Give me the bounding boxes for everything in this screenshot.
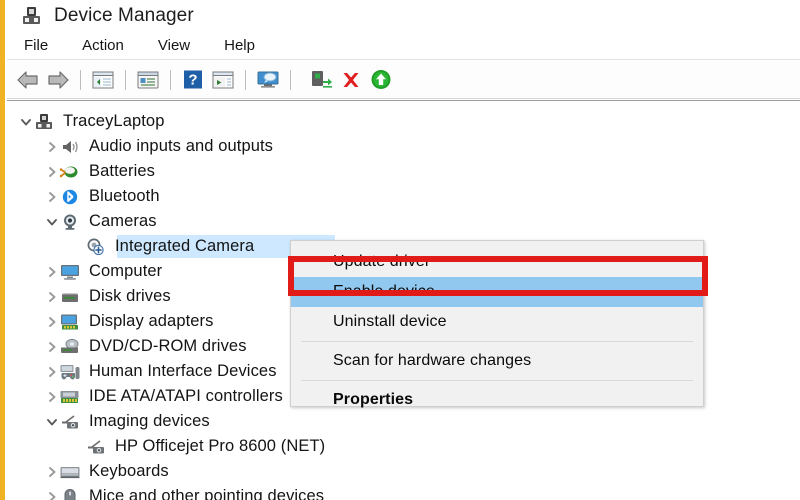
display-adapter-icon — [59, 312, 81, 332]
tree-label: Audio inputs and outputs — [89, 137, 274, 155]
computer-icon — [59, 262, 81, 282]
context-menu-item-enable-device[interactable]: Enable device — [291, 277, 703, 307]
tree-row-bluetooth[interactable]: Bluetooth — [7, 184, 800, 209]
tree-label: IDE ATA/ATAPI controllers — [89, 387, 283, 405]
chevron-right-icon[interactable] — [45, 259, 59, 284]
menu-action[interactable]: Action — [78, 35, 128, 56]
svg-text:?: ? — [188, 72, 197, 89]
menu-view[interactable]: View — [154, 35, 194, 56]
chevron-right-icon[interactable] — [45, 484, 59, 500]
properties-icon[interactable] — [133, 65, 163, 95]
toolbar-separator — [80, 69, 81, 90]
tree-label: Disk drives — [89, 287, 171, 305]
tree-label: Human Interface Devices — [89, 362, 277, 380]
context-menu-item-properties[interactable]: Properties — [291, 385, 703, 415]
scan-icon[interactable] — [208, 65, 238, 95]
window-left-edge-inner — [5, 0, 7, 500]
tree-label: TraceyLaptop — [63, 112, 165, 130]
menu-bottom-padding — [291, 415, 703, 423]
tree-label: Mice and other pointing devices — [89, 487, 325, 500]
camera-icon — [59, 212, 81, 232]
toolbar: ? — [7, 61, 800, 99]
tree-label: HP Officejet Pro 8600 (NET) — [115, 437, 326, 455]
imaging-device-icon — [85, 437, 107, 457]
tree-label: DVD/CD-ROM drives — [89, 337, 247, 355]
toolbar-separator — [245, 69, 246, 90]
dvd-drive-icon — [59, 337, 81, 357]
chevron-right-icon[interactable] — [45, 284, 59, 309]
toolbar-separator — [290, 69, 291, 90]
help-icon[interactable]: ? — [178, 65, 208, 95]
chevron-right-icon[interactable] — [45, 359, 59, 384]
toolbar-separator — [125, 69, 126, 90]
tree-label: Cameras — [89, 212, 157, 230]
forward-icon[interactable] — [43, 65, 73, 95]
chevron-right-icon[interactable] — [45, 184, 59, 209]
context-menu-separator — [301, 380, 693, 381]
device-manager-icon — [21, 6, 43, 26]
chevron-down-icon[interactable] — [45, 409, 59, 434]
chevron-down-icon[interactable] — [45, 209, 59, 234]
chevron-right-icon[interactable] — [45, 159, 59, 184]
tree-label: Computer — [89, 262, 163, 280]
chevron-down-icon[interactable] — [19, 109, 33, 134]
hid-icon — [59, 362, 81, 382]
update-driver-icon[interactable] — [306, 65, 336, 95]
context-menu[interactable]: Update driver Enable device Uninstall de… — [290, 240, 704, 408]
battery-icon — [59, 162, 81, 182]
disk-drive-icon — [59, 287, 81, 307]
context-menu-separator — [301, 341, 693, 342]
menu-help[interactable]: Help — [220, 35, 259, 56]
monitor-icon[interactable] — [253, 65, 283, 95]
window-title: Device Manager — [54, 5, 194, 26]
tree-row-keyboards[interactable]: Keyboards — [7, 459, 800, 484]
tree-label: Batteries — [89, 162, 156, 180]
imaging-device-icon — [59, 412, 81, 432]
menu-bar: File Action View Help — [7, 32, 800, 60]
no-chevron — [71, 234, 85, 259]
tree-row-mice[interactable]: Mice and other pointing devices — [7, 484, 800, 500]
tree-label: Imaging devices — [89, 412, 210, 430]
ide-controller-icon — [59, 387, 81, 407]
show-hide-console-tree-icon[interactable] — [88, 65, 118, 95]
chevron-right-icon[interactable] — [45, 384, 59, 409]
context-menu-item-scan-for-hardware-changes[interactable]: Scan for hardware changes — [291, 346, 703, 376]
tree-row-cameras[interactable]: Cameras — [7, 209, 800, 234]
window-left-edge — [0, 0, 5, 500]
tree-row-root[interactable]: TraceyLaptop — [7, 109, 800, 134]
menu-file[interactable]: File — [20, 35, 52, 56]
chevron-right-icon[interactable] — [45, 459, 59, 484]
back-icon[interactable] — [13, 65, 43, 95]
tree-label: Integrated Camera — [115, 237, 255, 255]
context-menu-item-uninstall-device[interactable]: Uninstall device — [291, 307, 703, 337]
tree-row-audio[interactable]: Audio inputs and outputs — [7, 134, 800, 159]
tree-row-hp-officejet[interactable]: HP Officejet Pro 8600 (NET) — [7, 434, 800, 459]
context-menu-item-update-driver[interactable]: Update driver — [291, 247, 703, 277]
chevron-right-icon[interactable] — [45, 309, 59, 334]
title-bar: Device Manager — [7, 0, 800, 32]
device-manager-window: Device Manager File Action View Help ? T… — [0, 0, 800, 500]
disable-device-icon[interactable] — [336, 65, 366, 95]
enable-device-icon[interactable] — [366, 65, 396, 95]
integrated-camera-disabled-icon — [85, 237, 107, 257]
chevron-right-icon[interactable] — [45, 334, 59, 359]
mouse-icon — [59, 487, 81, 500]
computer-node-icon — [33, 112, 55, 132]
bluetooth-icon — [59, 187, 81, 207]
no-chevron — [71, 434, 85, 459]
toolbar-separator — [170, 69, 171, 90]
keyboard-icon — [59, 462, 81, 482]
tree-label: Display adapters — [89, 312, 214, 330]
tree-label: Bluetooth — [89, 187, 160, 205]
chevron-right-icon[interactable] — [45, 134, 59, 159]
tree-label: Keyboards — [89, 462, 169, 480]
speaker-icon — [59, 137, 81, 157]
tree-row-batteries[interactable]: Batteries — [7, 159, 800, 184]
